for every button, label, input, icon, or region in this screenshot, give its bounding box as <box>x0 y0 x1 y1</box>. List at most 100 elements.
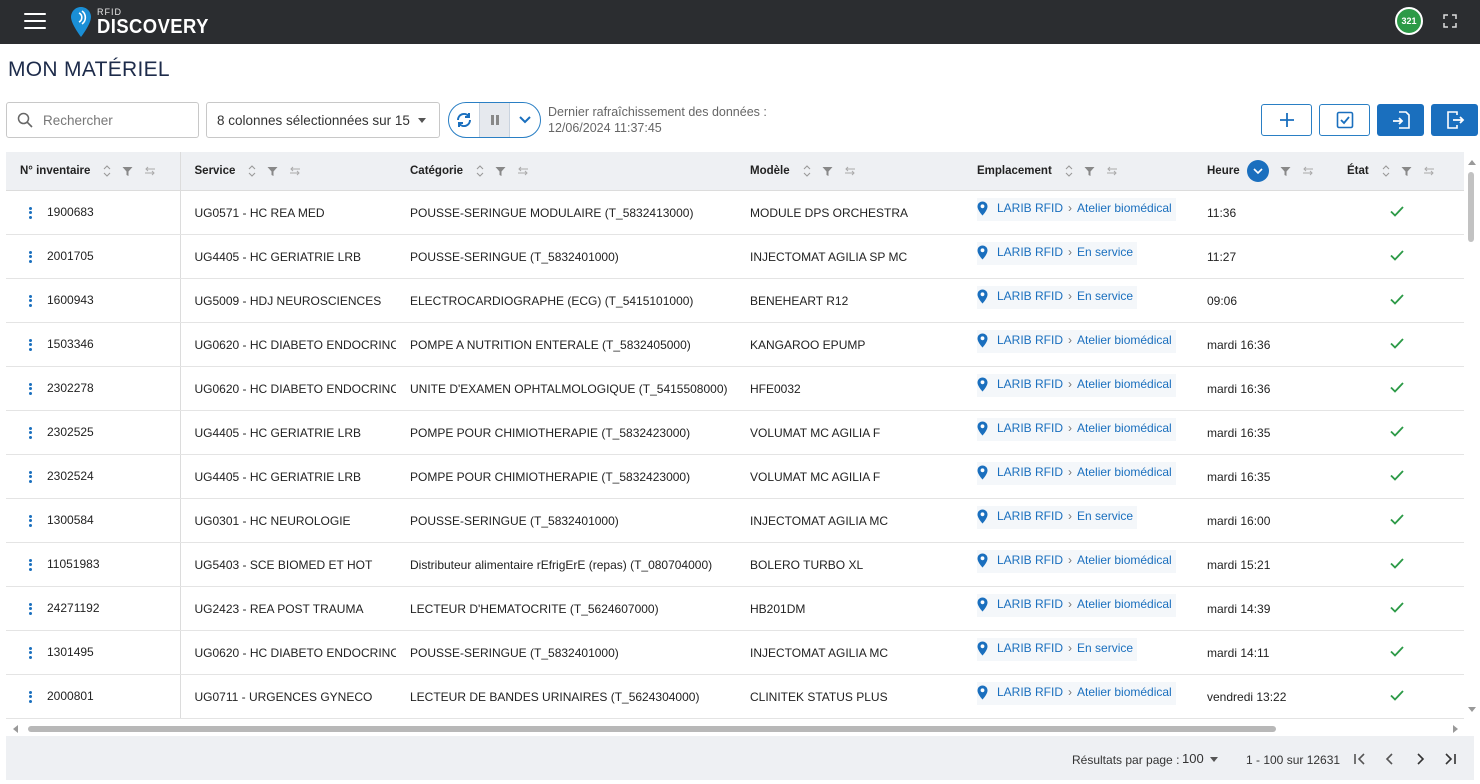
row-menu-icon[interactable] <box>29 513 32 528</box>
sort-icon[interactable] <box>248 165 256 177</box>
location-link[interactable]: LARIB RFID › Atelier biomédical <box>977 549 1176 573</box>
table-row[interactable]: 1300584 UG0301 - HC NEUROLOGIE POUSSE-SERI… <box>6 498 1464 543</box>
header-modele[interactable]: Modèle <box>736 152 963 191</box>
row-menu-icon[interactable] <box>29 293 32 308</box>
scroll-down-icon[interactable] <box>1467 706 1477 714</box>
filter-icon[interactable] <box>267 166 278 177</box>
location-link[interactable]: LARIB RFID › Atelier biomédical <box>977 329 1176 353</box>
cell-modele: INJECTOMAT AGILIA MC <box>736 630 963 675</box>
swap-columns-icon[interactable] <box>1302 166 1314 176</box>
search-box[interactable] <box>6 102 199 138</box>
scroll-right-icon[interactable] <box>1452 724 1460 734</box>
refresh-options-button[interactable] <box>510 103 540 137</box>
swap-columns-icon[interactable] <box>844 166 856 176</box>
location-link[interactable]: LARIB RFID › Atelier biomédical <box>977 197 1176 221</box>
location-link[interactable]: LARIB RFID › En service <box>977 505 1138 529</box>
search-input[interactable] <box>41 111 185 129</box>
table-row[interactable]: 2302278 UG0620 - HC DIABETO ENDOCRINO UNIT… <box>6 366 1464 411</box>
horizontal-scrollbar[interactable] <box>6 722 1464 736</box>
row-menu-icon[interactable] <box>29 601 32 616</box>
swap-columns-icon[interactable] <box>1106 166 1118 176</box>
table-row[interactable]: 2302525 UG4405 - HC GERIATRIE LRB POMPE PO… <box>6 410 1464 455</box>
filter-icon[interactable] <box>1084 166 1095 177</box>
import-button[interactable] <box>1377 104 1424 136</box>
table-row[interactable]: 2000801 UG0711 - URGENCES GYNECO LECTEUR D… <box>6 674 1464 719</box>
row-menu-icon[interactable] <box>29 381 32 396</box>
header-service[interactable]: Service <box>180 152 396 191</box>
location-link[interactable]: LARIB RFID › Atelier biomédical <box>977 681 1176 705</box>
location-pin-icon <box>977 333 988 347</box>
scroll-left-icon[interactable] <box>11 724 19 734</box>
table-row[interactable]: 11051983 UG5403 - SCE BIOMED ET HOT Distri… <box>6 542 1464 587</box>
row-menu-icon[interactable] <box>29 557 32 572</box>
sort-icon[interactable] <box>1065 165 1073 177</box>
add-button[interactable] <box>1261 104 1312 136</box>
row-menu-icon[interactable] <box>29 469 32 484</box>
sort-icon[interactable] <box>476 165 484 177</box>
vertical-scroll-thumb[interactable] <box>1468 172 1474 242</box>
notification-badge[interactable]: 321 <box>1395 7 1423 35</box>
sort-icon[interactable] <box>803 165 811 177</box>
previous-page-button[interactable] <box>1380 749 1400 769</box>
row-menu-icon[interactable] <box>29 645 32 660</box>
fullscreen-icon[interactable] <box>1443 14 1457 28</box>
header-categorie[interactable]: Catégorie <box>396 152 736 191</box>
location-zone: En service <box>1077 641 1134 655</box>
swap-columns-icon[interactable] <box>289 166 301 176</box>
horizontal-scroll-thumb[interactable] <box>28 726 1276 732</box>
header-etat[interactable]: État <box>1333 152 1464 191</box>
column-selector[interactable]: 8 colonnes sélectionnées sur 15 <box>206 102 440 138</box>
first-page-button[interactable] <box>1350 749 1370 769</box>
export-button[interactable] <box>1431 104 1478 136</box>
row-menu-icon[interactable] <box>29 337 32 352</box>
next-page-button[interactable] <box>1410 749 1430 769</box>
sort-icon[interactable] <box>1382 165 1390 177</box>
header-heure[interactable]: Heure <box>1193 152 1333 191</box>
cell-heure: 09:06 <box>1193 278 1333 323</box>
table-row[interactable]: 2302524 UG4405 - HC GERIATRIE LRB POMPE PO… <box>6 454 1464 499</box>
filter-icon[interactable] <box>495 166 506 177</box>
refresh-button[interactable] <box>449 103 479 137</box>
table-row[interactable]: 24271192 UG2423 - REA POST TRAUMA LECTEUR … <box>6 586 1464 631</box>
app-logo[interactable]: RFID DISCOVERY <box>70 4 219 40</box>
table-row[interactable]: 1600943 UG5009 - HDJ NEUROSCIENCES ELECTRO… <box>6 278 1464 323</box>
check-icon <box>1390 381 1404 393</box>
location-link[interactable]: LARIB RFID › Atelier biomédical <box>977 373 1176 397</box>
table-row[interactable]: 1503346 UG0620 - HC DIABETO ENDOCRINO POMP… <box>6 322 1464 367</box>
menu-icon[interactable] <box>24 13 46 31</box>
vertical-scrollbar[interactable] <box>1466 152 1478 720</box>
filter-icon[interactable] <box>1401 166 1412 177</box>
header-inventaire[interactable]: N° inventaire <box>6 152 181 191</box>
table-row[interactable]: 2001705 UG4405 - HC GERIATRIE LRB POUSSE-S… <box>6 234 1464 279</box>
sort-icon[interactable] <box>103 165 111 177</box>
row-menu-icon[interactable] <box>29 205 32 220</box>
cell-categorie: POUSSE-SERINGUE MODULAIRE (T_5832413000) <box>396 190 736 235</box>
swap-columns-icon[interactable] <box>517 166 529 176</box>
sort-desc-active-icon[interactable] <box>1246 160 1269 182</box>
swap-columns-icon[interactable] <box>1423 166 1435 176</box>
select-button[interactable] <box>1319 104 1370 136</box>
location-link[interactable]: LARIB RFID › Atelier biomédical <box>977 593 1176 617</box>
header-emplacement[interactable]: Emplacement <box>963 152 1193 191</box>
location-link[interactable]: LARIB RFID › En service <box>977 637 1138 661</box>
cell-etat <box>1333 454 1464 499</box>
filter-icon[interactable] <box>1280 166 1291 177</box>
swap-columns-icon[interactable] <box>144 166 156 176</box>
cell-service: UG0711 - URGENCES GYNECO <box>180 674 396 719</box>
filter-icon[interactable] <box>822 166 833 177</box>
filter-icon[interactable] <box>122 166 133 177</box>
location-link[interactable]: LARIB RFID › En service <box>977 285 1138 309</box>
table-row[interactable]: 1301495 UG0620 - HC DIABETO ENDOCRINO POUS… <box>6 630 1464 675</box>
location-link[interactable]: LARIB RFID › En service <box>977 241 1138 265</box>
pause-button[interactable] <box>478 103 511 137</box>
table-row[interactable]: 1900683 UG0571 - HC REA MED POUSSE-SERINGU… <box>6 190 1464 235</box>
location-link[interactable]: LARIB RFID › Atelier biomédical <box>977 461 1176 485</box>
row-menu-icon[interactable] <box>29 425 32 440</box>
location-link[interactable]: LARIB RFID › Atelier biomédical <box>977 417 1176 441</box>
per-page-select[interactable]: 100 <box>1182 751 1204 766</box>
last-page-button[interactable] <box>1440 749 1460 769</box>
row-menu-icon[interactable] <box>29 249 32 264</box>
chevron-down-icon[interactable] <box>1210 757 1218 762</box>
row-menu-icon[interactable] <box>29 689 32 704</box>
scroll-up-icon[interactable] <box>1467 158 1477 166</box>
